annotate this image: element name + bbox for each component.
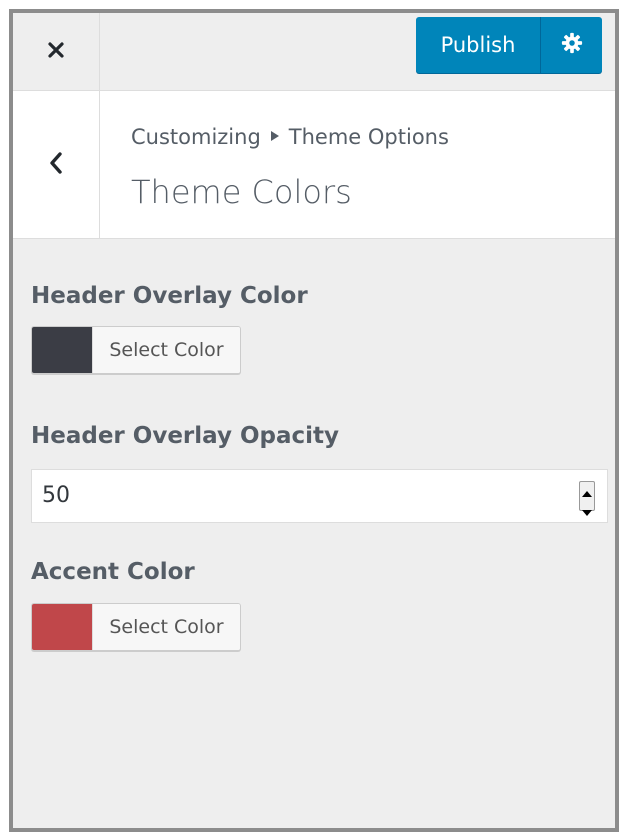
- header-overlay-opacity-input[interactable]: 50: [31, 469, 608, 523]
- triangle-right-icon: [270, 130, 279, 144]
- publish-button[interactable]: Publish: [416, 17, 541, 73]
- customizer-panel: Publish Customizing Theme Options Theme …: [9, 9, 619, 832]
- breadcrumb: Customizing Theme Options: [131, 125, 449, 149]
- header-overlay-color-button[interactable]: Select Color: [31, 326, 241, 374]
- back-button[interactable]: [13, 91, 100, 239]
- opacity-value: 50: [42, 483, 70, 508]
- header-overlay-color-label: Header Overlay Color: [31, 283, 308, 309]
- breadcrumb-current: Theme Options: [288, 125, 449, 149]
- publish-settings-button[interactable]: [541, 17, 602, 73]
- customizer-header: Publish: [13, 13, 615, 91]
- section-title: Theme Colors: [131, 173, 352, 211]
- accent-color-button-label: Select Color: [92, 604, 240, 650]
- accent-color-label: Accent Color: [31, 559, 195, 585]
- header-overlay-color-button-label: Select Color: [92, 327, 240, 373]
- publish-group: Publish: [416, 17, 602, 73]
- number-spinner[interactable]: [579, 481, 595, 516]
- gear-icon: [561, 32, 583, 58]
- spinner-up-icon[interactable]: [582, 482, 592, 501]
- breadcrumb-parent: Customizing: [131, 125, 261, 149]
- header-overlay-color-swatch: [32, 327, 92, 373]
- header-overlay-opacity-label: Header Overlay Opacity: [31, 423, 340, 449]
- accent-color-swatch: [32, 604, 92, 650]
- close-icon: [47, 41, 65, 63]
- chevron-left-icon: [48, 151, 64, 179]
- close-button[interactable]: [13, 13, 100, 91]
- accent-color-button[interactable]: Select Color: [31, 603, 241, 651]
- section-header: Customizing Theme Options Theme Colors: [13, 91, 615, 239]
- spinner-down-icon[interactable]: [582, 501, 592, 520]
